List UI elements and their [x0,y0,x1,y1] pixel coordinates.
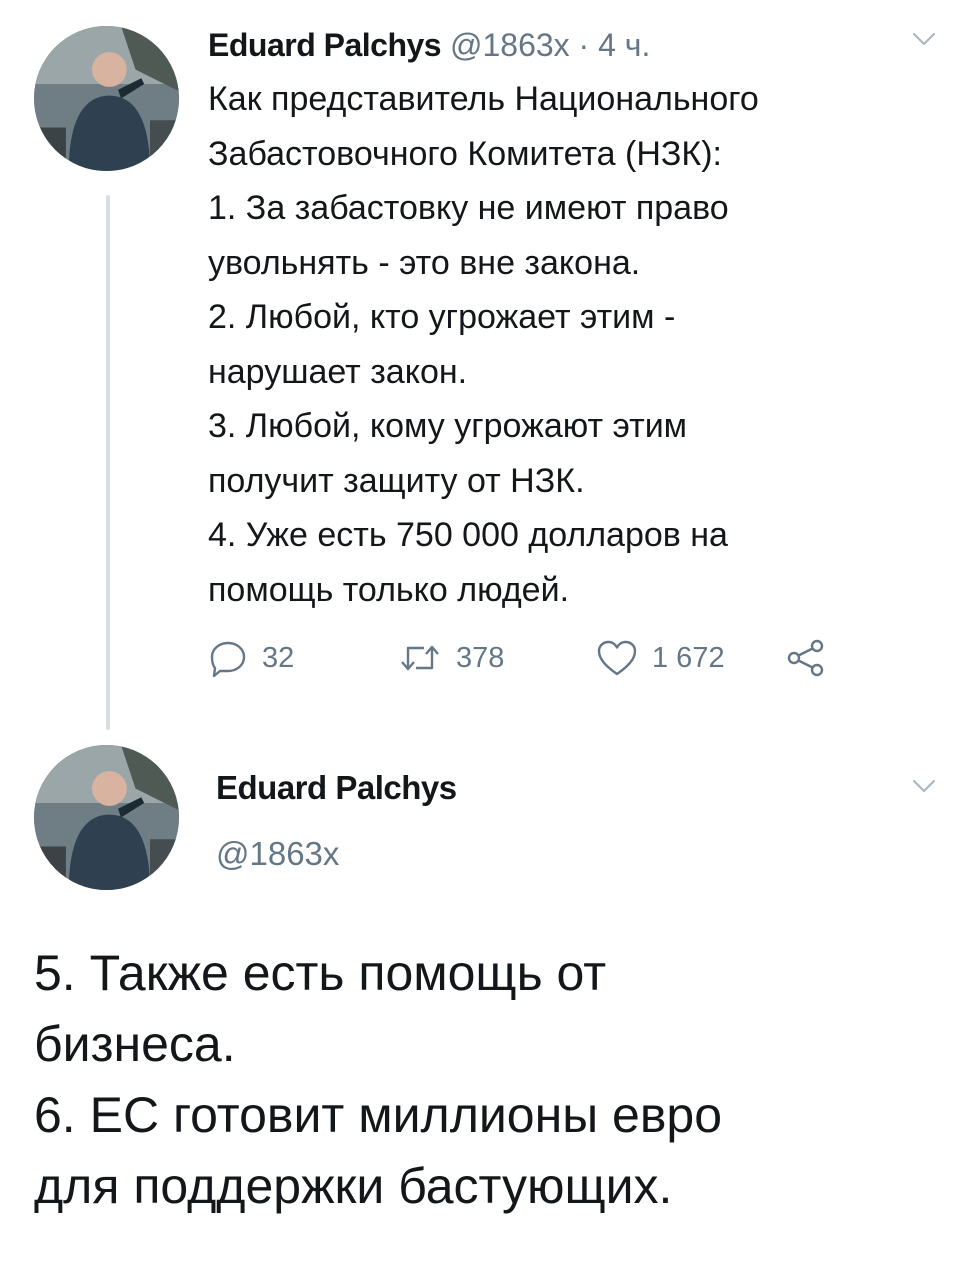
heart-icon [597,640,637,676]
tweet-text-line: 2. Любой, кто угрожает этим - [208,298,676,336]
like-button[interactable]: 1 672 [596,636,725,680]
tweet-text-line: для поддержки бастующих. [34,1158,673,1214]
chevron-down-icon[interactable] [911,773,937,799]
avatar-photo [34,745,179,890]
tweet-text-line: Как представитель Национального [208,80,759,118]
avatar[interactable] [34,26,179,171]
tweet-text-line: 6. ЕС готовит миллионы евро [34,1087,723,1143]
author-name[interactable]: Eduard Palchys [208,27,442,63]
tweet-text-line: Забастовочного Комитета (НЗК): [208,134,722,173]
like-count: 1 672 [652,641,725,674]
retweet-count: 378 [456,641,505,674]
tweet-text-line: помощь только людей. [208,570,570,609]
tweet-text-line: 3. Любой, кому угрожают этим [208,407,688,445]
chevron-down-icon[interactable] [911,26,937,52]
retweet-icon [401,645,439,671]
tweet-text: 5. Также есть помощь от бизнеса. 6. ЕС г… [34,938,954,1222]
tweet-text-line: 4. Уже есть 750 000 долларов на [208,516,728,554]
tweet-text-line: увольнять - это вне закона. [208,243,641,282]
avatar[interactable] [34,745,179,890]
tweet-text-line: получит защиту от НЗК. [208,461,585,500]
retweet-button[interactable]: 378 [398,636,504,680]
tweet-text-line: 5. Также есть помощь от [34,945,607,1001]
author-name[interactable]: Eduard Palchys [216,768,457,808]
author-handle[interactable]: @1863x [216,834,339,874]
tweet-text-line: 1. За забастовку не имеют право [208,189,729,227]
reply-icon [210,641,246,678]
thread-connector-line [106,195,110,730]
tweet-text-line: бизнеса. [34,1016,236,1072]
timestamp[interactable]: 4 ч. [598,27,650,63]
tweet-header: Eduard Palchys @1863x · 4 ч. [208,26,650,64]
avatar-photo [34,26,179,171]
tweet-text: Как представитель Национального Забастов… [208,72,928,617]
author-handle[interactable]: @1863x [450,27,570,63]
share-icon [787,639,824,677]
reply-button[interactable]: 32 [208,636,294,680]
separator: · [578,27,590,63]
share-button[interactable] [786,636,826,680]
reply-count: 32 [262,641,295,674]
tweet-text-line: нарушает закон. [208,352,468,391]
tweet-actions: 32 378 1 672 [208,636,848,680]
